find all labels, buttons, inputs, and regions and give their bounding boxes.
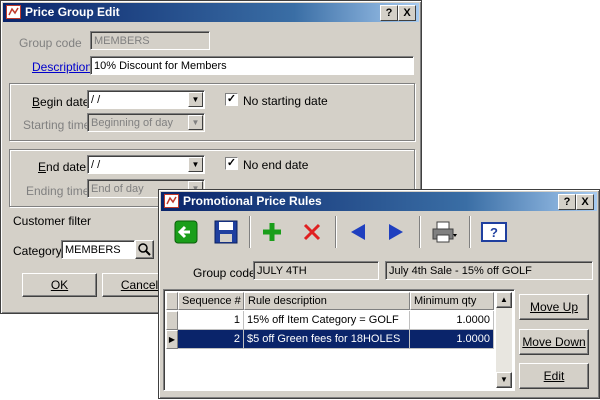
starting-time-value: Beginning of day — [91, 117, 173, 129]
current-row-pointer-icon[interactable]: ▶ — [166, 330, 178, 349]
toolbar-separator — [419, 216, 421, 248]
help-icon: ? — [481, 222, 507, 242]
help-button[interactable]: ? — [477, 214, 511, 250]
rules-grid[interactable]: Sequence # Rule description Minimum qty … — [163, 289, 515, 391]
help-title-button[interactable]: ? — [558, 194, 576, 210]
ending-time-label: Ending time — [26, 184, 90, 198]
sequence-cell[interactable]: 1 — [178, 311, 244, 330]
end-date-field[interactable]: / / ▼ — [87, 155, 205, 174]
window-title: Price Group Edit — [25, 5, 120, 19]
begin-date-value: / / — [91, 94, 101, 106]
customer-filter-label: Customer filter — [13, 214, 92, 228]
ok-button-label: OK — [50, 278, 69, 292]
edit-label: Edit — [543, 369, 565, 383]
no-starting-date-checkbox[interactable]: ✓ — [225, 93, 238, 106]
window-title: Promotional Price Rules — [183, 194, 322, 208]
delete-x-icon — [303, 223, 321, 241]
print-button[interactable] — [425, 214, 463, 250]
close-button[interactable]: X — [398, 5, 416, 21]
toolbar: ? — [163, 214, 593, 252]
previous-button[interactable] — [343, 214, 373, 250]
scroll-up-button[interactable]: ▲ — [496, 292, 512, 308]
help-title-button[interactable]: ? — [380, 5, 398, 21]
end-date-label: End date — [38, 160, 87, 174]
description-field[interactable]: 10% Discount for Members — [90, 56, 414, 75]
next-button[interactable] — [381, 214, 411, 250]
column-header-rule-description[interactable]: Rule description — [244, 292, 410, 310]
move-up-button[interactable]: Move Up — [519, 294, 589, 320]
close-button[interactable]: X — [576, 194, 594, 210]
category-field[interactable]: MEMBERS — [61, 240, 135, 259]
no-starting-date-label: No starting date — [243, 94, 328, 108]
edit-button[interactable]: Edit — [519, 363, 589, 389]
rule-description-cell[interactable]: 15% off Item Category = GOLF — [244, 311, 410, 330]
category-lookup-button[interactable] — [135, 240, 154, 259]
app-icon — [6, 5, 21, 22]
minimum-qty-cell[interactable]: 1.0000 — [410, 330, 494, 349]
group-code-field: MEMBERS — [90, 31, 210, 50]
printer-icon — [432, 221, 457, 243]
magnifier-icon — [138, 243, 151, 256]
svg-text:?: ? — [490, 225, 498, 240]
grid-corner — [166, 292, 178, 310]
column-header-sequence[interactable]: Sequence # — [178, 292, 244, 310]
back-button[interactable] — [171, 214, 201, 250]
save-button[interactable] — [211, 214, 241, 250]
ending-time-value: End of day — [91, 183, 144, 195]
title-bar[interactable]: Price Group Edit ? X — [3, 3, 419, 22]
toolbar-separator — [469, 216, 471, 248]
no-end-date-label: No end date — [243, 158, 309, 172]
chevron-down-icon[interactable]: ▼ — [188, 92, 203, 107]
scroll-down-button[interactable]: ▼ — [496, 372, 512, 388]
begin-date-group — [9, 83, 415, 141]
back-arrow-icon — [174, 220, 198, 244]
plus-icon — [263, 223, 281, 241]
starting-time-label: Starting time — [23, 118, 91, 132]
move-down-label: Move Down — [522, 335, 586, 349]
toolbar-separator — [335, 216, 337, 248]
description-link[interactable]: Description — [32, 60, 92, 74]
move-down-button[interactable]: Move Down — [519, 329, 589, 355]
starting-time-select: Beginning of day ▼ — [87, 113, 205, 132]
title-bar[interactable]: Promotional Price Rules ? X — [161, 192, 597, 211]
app-icon — [164, 194, 179, 211]
group-description-field: July 4th Sale - 15% off GOLF — [385, 261, 593, 280]
minimum-qty-cell[interactable]: 1.0000 — [410, 311, 494, 330]
ok-button[interactable]: OK — [22, 273, 97, 297]
group-code-field: JULY 4TH — [253, 261, 379, 280]
vertical-scrollbar[interactable]: ▲ ▼ — [496, 292, 512, 388]
chevron-down-icon: ▼ — [188, 115, 203, 130]
toolbar-separator — [249, 216, 251, 248]
add-button[interactable] — [257, 214, 287, 250]
rule-description-cell[interactable]: $5 off Green fees for 18HOLES — [244, 330, 410, 349]
begin-date-label: Begin date — [32, 95, 90, 109]
no-end-date-checkbox[interactable]: ✓ — [225, 157, 238, 170]
promotional-price-rules-window: Promotional Price Rules ? X ? Group code… — [158, 189, 600, 399]
row-header[interactable] — [166, 311, 178, 330]
sequence-cell[interactable]: 2 — [178, 330, 244, 349]
end-date-value: / / — [91, 159, 101, 171]
begin-date-label-text: egin date — [40, 95, 90, 109]
move-up-label: Move Up — [529, 300, 579, 314]
delete-button[interactable] — [297, 214, 327, 250]
category-label: Category — [13, 244, 62, 258]
triangle-left-icon — [351, 224, 365, 240]
column-header-minimum-qty[interactable]: Minimum qty — [410, 292, 494, 310]
group-code-label: Group code — [193, 266, 256, 280]
begin-date-field[interactable]: / / ▼ — [87, 90, 205, 109]
cancel-button-label: Cancel — [120, 278, 159, 292]
chevron-down-icon[interactable]: ▼ — [188, 157, 203, 172]
floppy-disk-icon — [214, 220, 238, 244]
triangle-right-icon — [389, 224, 403, 240]
group-code-label: Group code — [19, 36, 82, 50]
